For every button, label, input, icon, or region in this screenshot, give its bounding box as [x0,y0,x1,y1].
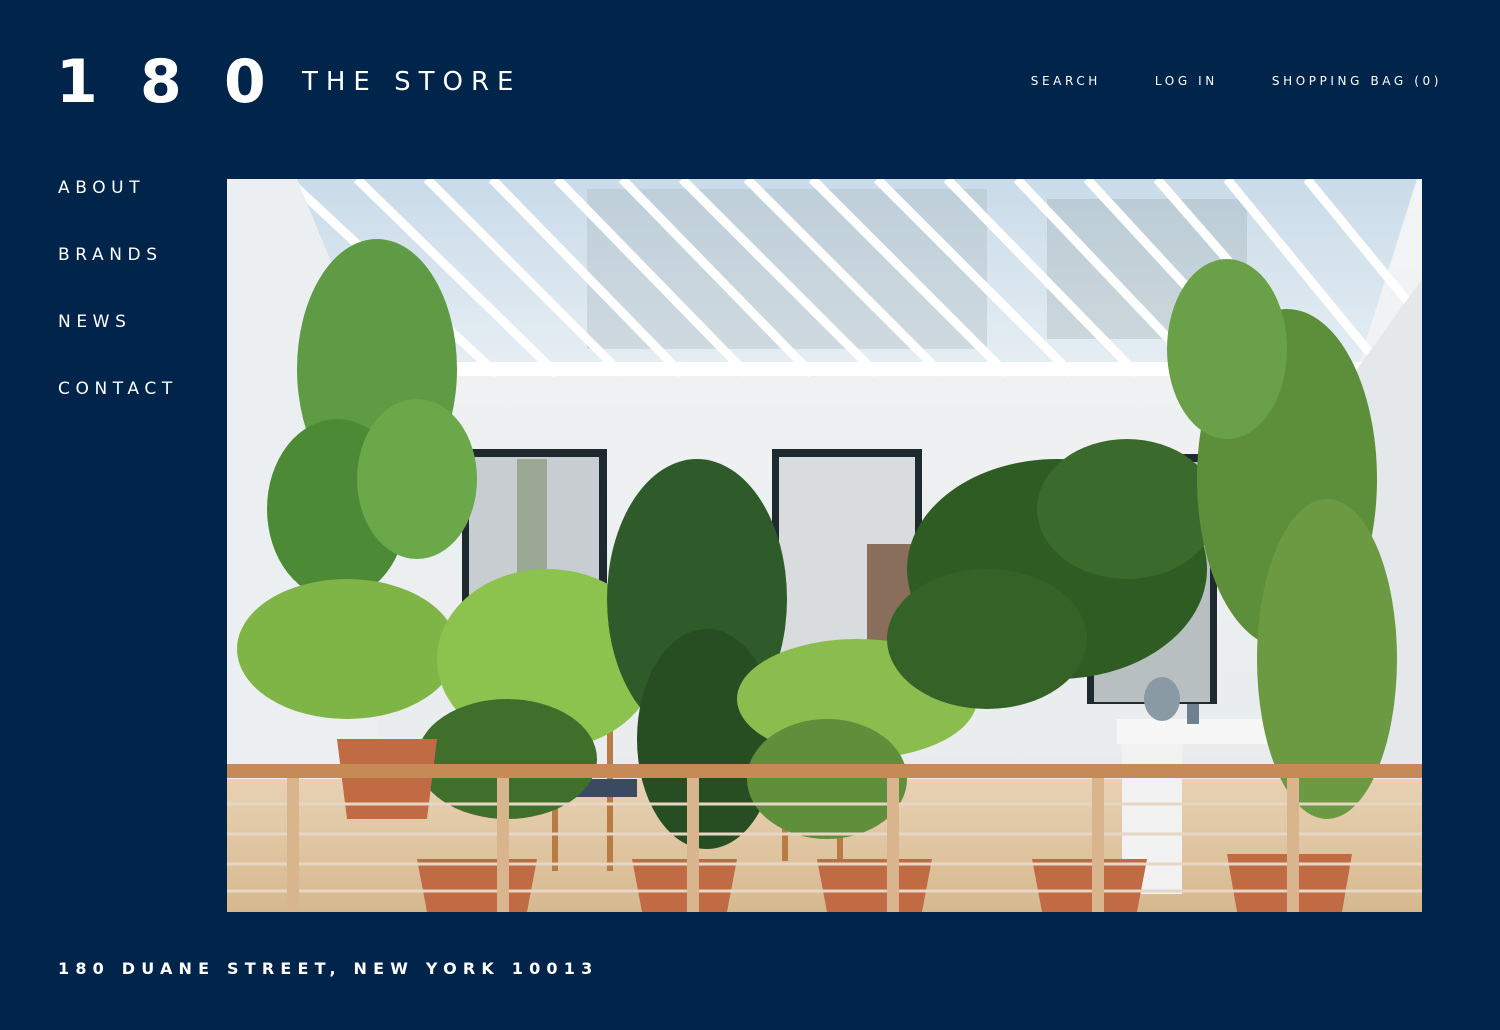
sidebar-item-about[interactable]: ABOUT [58,176,218,200]
sidebar-item-brands[interactable]: BRANDS [58,243,218,267]
sidebar-nav: ABOUT BRANDS NEWS CONTACT [58,176,218,444]
sidebar-item-news[interactable]: NEWS [58,310,218,334]
logo-digit-8: 8 [140,47,182,117]
header-nav: SEARCH LOG IN SHOPPING BAG (0) [1031,73,1442,89]
login-link[interactable]: LOG IN [1155,73,1218,89]
greenhouse-illustration [227,179,1422,912]
logo-home-link[interactable]: 1 8 0 THE STORE [56,52,521,112]
sidebar-item-contact[interactable]: CONTACT [58,377,218,401]
store-address: 180 DUANE STREET, NEW YORK 10013 [58,959,599,978]
logo-numerals: 1 8 0 [56,52,302,112]
logo-digit-1: 1 [56,47,98,117]
logo-wordmark: THE STORE [302,67,522,97]
shopping-bag-link[interactable]: SHOPPING BAG (0) [1272,73,1442,89]
logo-digit-0: 0 [224,47,266,117]
hero-image [227,179,1422,912]
search-link[interactable]: SEARCH [1031,73,1101,89]
